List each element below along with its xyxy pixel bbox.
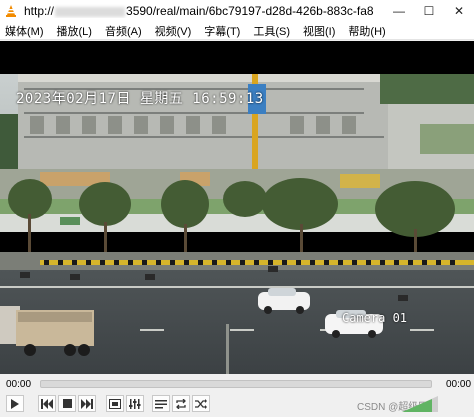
minimize-button[interactable]: —: [384, 0, 414, 22]
menu-subtitle[interactable]: 字幕(T): [204, 23, 240, 39]
minimize-icon: —: [393, 4, 405, 18]
elapsed-time: 00:00: [6, 379, 32, 390]
title-bar: http:// 3590/real/main/6bc79197-d28d-426b…: [0, 0, 474, 22]
shuffle-icon: [195, 398, 207, 409]
menu-video[interactable]: 视频(V): [155, 23, 192, 39]
seek-bar[interactable]: [40, 380, 432, 388]
osd-camera-label: Camera 01: [342, 311, 408, 325]
next-icon: [81, 398, 93, 409]
stop-button[interactable]: [58, 395, 76, 412]
menu-playback[interactable]: 播放(L): [57, 23, 92, 39]
menu-help[interactable]: 帮助(H): [348, 23, 385, 39]
menu-view[interactable]: 视图(I): [303, 23, 335, 39]
play-button[interactable]: [6, 395, 24, 412]
menu-audio[interactable]: 音频(A): [105, 23, 142, 39]
volume-slider[interactable]: [402, 396, 438, 412]
equalizer-icon: [129, 398, 141, 409]
playback-controls: 00:00 00:00 CSDN @超级网络: [0, 374, 474, 417]
vlc-cone-icon: [6, 5, 16, 17]
menu-bar: 媒体(M) 播放(L) 音频(A) 视频(V) 字幕(T) 工具(S) 视图(I…: [0, 22, 474, 40]
playlist-icon: [155, 399, 167, 408]
previous-icon: [41, 398, 53, 409]
camera-video-frame: [0, 74, 474, 374]
loop-button[interactable]: [172, 395, 190, 412]
play-icon: [11, 398, 19, 409]
stop-icon: [62, 399, 72, 408]
maximize-icon: ☐: [423, 4, 435, 18]
remaining-time: 00:00: [446, 379, 472, 390]
previous-button[interactable]: [38, 395, 56, 412]
osd-timestamp: 2023年02月17日 星期五 16:59:13: [16, 91, 264, 107]
video-area[interactable]: 2023年02月17日 星期五 16:59:13 Camera 01: [0, 41, 474, 374]
loop-icon: [176, 398, 186, 409]
extended-settings-button[interactable]: [126, 395, 144, 412]
fullscreen-icon: [109, 398, 121, 409]
window-title: http:// 3590/real/main/6bc79197-d28d-426b…: [24, 4, 374, 18]
next-button[interactable]: [78, 395, 96, 412]
fullscreen-button[interactable]: [106, 395, 124, 412]
maximize-button[interactable]: ☐: [414, 0, 444, 22]
menu-tools[interactable]: 工具(S): [253, 23, 290, 39]
close-button[interactable]: ✕: [444, 0, 474, 22]
redacted-host: [55, 6, 126, 17]
close-icon: ✕: [453, 4, 465, 18]
menu-media[interactable]: 媒体(M): [5, 23, 44, 39]
playlist-button[interactable]: [152, 395, 170, 412]
shuffle-button[interactable]: [192, 395, 210, 412]
window-title-prefix: http://: [24, 4, 55, 18]
window-title-suffix: 3590/real/main/6bc79197-d28d-426b-883c-f…: [126, 4, 374, 18]
